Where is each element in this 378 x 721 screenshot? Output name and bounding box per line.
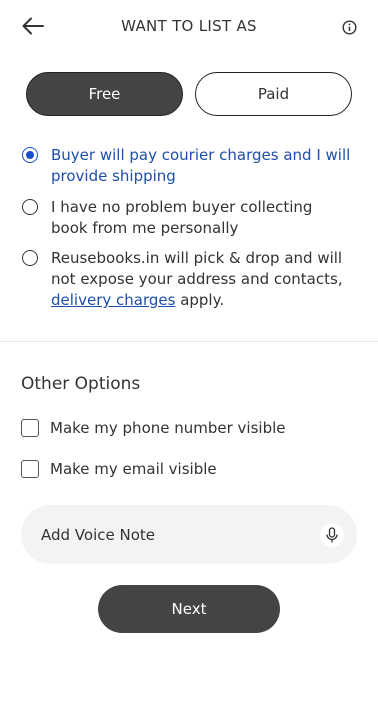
shipping-option-pickup[interactable]: I have no problem buyer collecting book …	[22, 197, 352, 239]
microphone-button[interactable]	[320, 523, 344, 547]
shipping-option-label: Buyer will pay courier charges and I wil…	[51, 146, 351, 185]
radio-unselected[interactable]	[22, 250, 38, 266]
shipping-option-label: I have no problem buyer collecting book …	[51, 198, 313, 237]
shipping-option-reusebooks[interactable]: Reusebooks.in will pick & drop and will …	[22, 248, 352, 311]
shipping-option-courier[interactable]: Buyer will pay courier charges and I wil…	[22, 145, 352, 187]
email-visible-label: Make my email visible	[50, 460, 217, 478]
phone-visible-label: Make my phone number visible	[50, 419, 286, 437]
email-visible-option[interactable]: Make my email visible	[21, 460, 217, 478]
section-divider	[0, 341, 378, 342]
email-visible-checkbox[interactable]	[21, 460, 39, 478]
page-title: WANT TO LIST AS	[121, 17, 257, 35]
info-icon	[341, 19, 357, 35]
other-options-title: Other Options	[21, 374, 141, 394]
shipping-option-text: Reusebooks.in will pick & drop and will …	[51, 249, 343, 288]
microphone-icon	[326, 526, 338, 542]
shipping-option-label: Reusebooks.in will pick & drop and will …	[51, 248, 352, 311]
shipping-option-text-end: apply.	[175, 291, 225, 309]
delivery-charges-link[interactable]: delivery charges	[51, 291, 175, 309]
phone-visible-checkbox[interactable]	[21, 419, 39, 437]
next-button[interactable]: Next	[98, 585, 280, 633]
radio-selected[interactable]	[22, 147, 38, 163]
header: WANT TO LIST AS	[0, 0, 378, 54]
voice-note-label: Add Voice Note	[41, 525, 156, 544]
radio-unselected[interactable]	[22, 199, 38, 215]
add-voice-note-field[interactable]: Add Voice Note	[21, 505, 357, 564]
info-button[interactable]	[341, 19, 357, 35]
phone-visible-option[interactable]: Make my phone number visible	[21, 419, 286, 437]
free-toggle-button[interactable]: Free	[26, 72, 183, 116]
paid-toggle-button[interactable]: Paid	[195, 72, 352, 116]
